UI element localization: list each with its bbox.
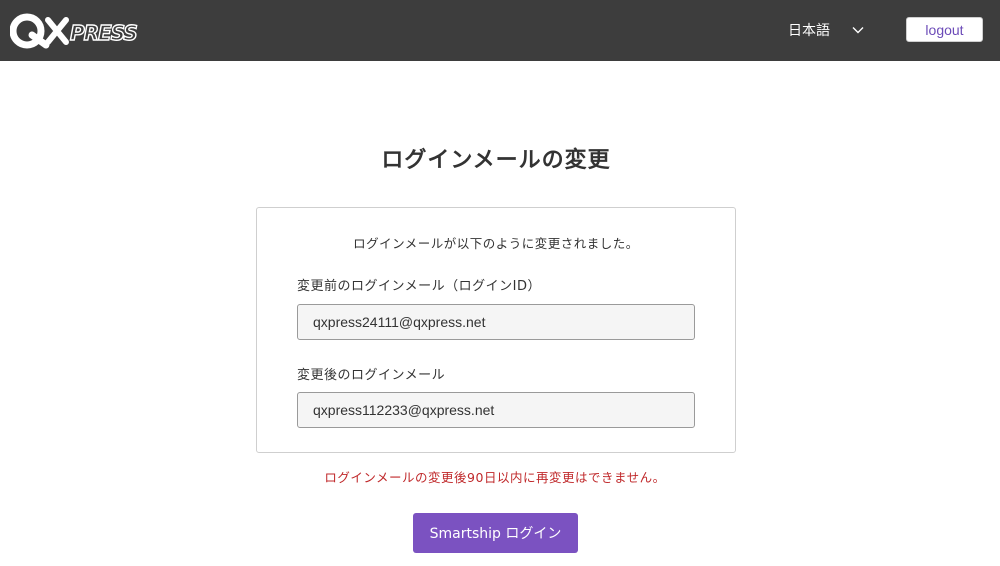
top-header: PRESS 日本語 logout [0,0,1000,61]
change-confirmation-message: ログインメールが以下のように変更されました。 [353,236,639,251]
previous-email-field[interactable]: qxpress24111@qxpress.net [297,304,695,340]
page-title: ログインメールの変更 [381,148,611,173]
previous-email-label: 変更前のログインメール（ログインID） [297,279,541,294]
svg-text:PRESS: PRESS [70,21,137,45]
language-label: 日本語 [788,23,830,39]
chevron-down-icon [852,27,864,34]
qxpress-logo[interactable]: PRESS [9,9,150,53]
logout-button[interactable]: logout [906,17,983,42]
smartship-login-button[interactable]: Smartship ログイン [413,513,578,553]
language-selector[interactable]: 日本語 [788,19,864,41]
qxpress-logo-graphic: PRESS [9,13,139,49]
new-email-label: 変更後のログインメール [297,368,446,383]
email-change-card: ログインメールが以下のように変更されました。 変更前のログインメール（ログインI… [256,207,736,453]
reChange-restriction-warning: ログインメールの変更後90日以内に再変更はできません。 [324,470,666,485]
new-email-field[interactable]: qxpress112233@qxpress.net [297,392,695,428]
